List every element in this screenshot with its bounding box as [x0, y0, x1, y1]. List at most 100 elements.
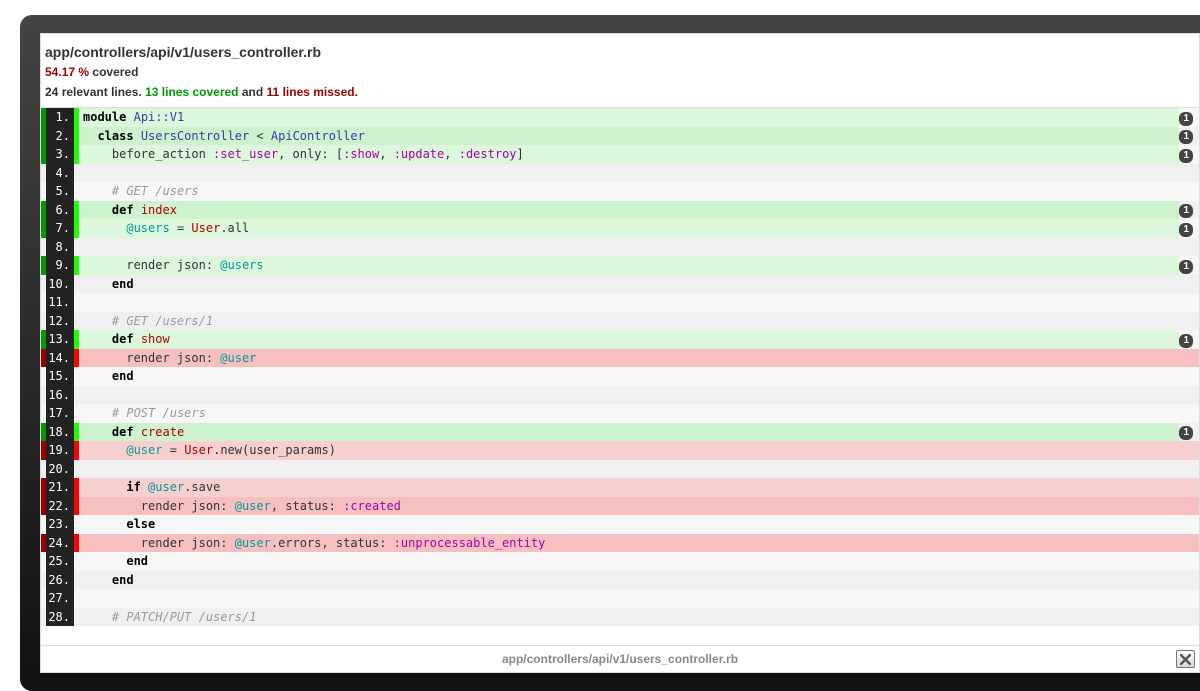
source-line: 21. if @user.save — [41, 478, 1199, 497]
source-line: 3. before_action :set_user, only: [:show… — [41, 145, 1199, 164]
source-panel: app/controllers/api/v1/users_controller.… — [40, 33, 1200, 673]
modal-footer: app/controllers/api/v1/users_controller.… — [41, 646, 1199, 672]
line-number: 26. — [46, 571, 74, 590]
line-number: 2. — [46, 127, 74, 146]
source-line: 20. — [41, 460, 1199, 479]
source-line: 5. # GET /users — [41, 182, 1199, 201]
hit-count-badge: 1 — [1179, 260, 1193, 274]
line-number: 1. — [46, 108, 74, 127]
code-text: else — [79, 515, 1199, 534]
code-text — [79, 293, 1199, 312]
code-text: render json: @user, status: :created — [79, 497, 1199, 516]
source-line: 8. — [41, 238, 1199, 257]
code-text: before_action :set_user, only: [:show, :… — [79, 145, 1179, 164]
code-text — [79, 460, 1199, 479]
relevant-label: relevant lines. — [62, 85, 142, 99]
line-number: 9. — [46, 256, 74, 275]
source-line: 2. class UsersController < ApiController… — [41, 127, 1199, 146]
hit-count-badge: 1 — [1179, 112, 1193, 126]
code-text: # PATCH/PUT /users/1 — [79, 608, 1199, 627]
source-line: 9. render json: @users1 — [41, 256, 1199, 275]
modal-frame: app/controllers/api/v1/users_controller.… — [20, 15, 1200, 691]
source-line: 16. — [41, 386, 1199, 405]
lines-covered-label: lines covered — [162, 85, 239, 99]
source-line: 25. end — [41, 552, 1199, 571]
line-number: 28. — [46, 608, 74, 627]
code-text: render json: @user — [79, 349, 1199, 368]
source-line: 15. end — [41, 367, 1199, 386]
line-number: 3. — [46, 145, 74, 164]
source-line: 12. # GET /users/1 — [41, 312, 1199, 331]
line-number: 17. — [46, 404, 74, 423]
line-number: 8. — [46, 238, 74, 257]
code-text: class UsersController < ApiController — [79, 127, 1179, 146]
source-line: 7. @users = User.all1 — [41, 219, 1199, 238]
code-text — [79, 164, 1199, 183]
code-text: end — [79, 367, 1199, 386]
code-text: def create — [79, 423, 1179, 442]
code-text: # GET /users — [79, 182, 1199, 201]
source-line: 26. end — [41, 571, 1199, 590]
source-line: 28. # PATCH/PUT /users/1 — [41, 608, 1199, 627]
lines-missed-count: 11 — [267, 85, 280, 99]
line-number: 18. — [46, 423, 74, 442]
hit-count-badge: 1 — [1179, 426, 1193, 440]
hit-count-badge: 1 — [1179, 149, 1193, 163]
hit-count-badge: 1 — [1179, 334, 1193, 348]
code-text: # POST /users — [79, 404, 1199, 423]
hit-count-badge: 1 — [1179, 204, 1193, 218]
line-number: 5. — [46, 182, 74, 201]
source-line: 24. render json: @user.errors, status: :… — [41, 534, 1199, 553]
line-number: 11. — [46, 293, 74, 312]
code-text: end — [79, 275, 1199, 294]
line-number: 14. — [46, 349, 74, 368]
line-number: 20. — [46, 460, 74, 479]
source-line: 23. else — [41, 515, 1199, 534]
line-number: 23. — [46, 515, 74, 534]
line-number: 15. — [46, 367, 74, 386]
line-number: 13. — [46, 330, 74, 349]
line-number: 16. — [46, 386, 74, 405]
code-text: module Api::V1 — [79, 108, 1179, 127]
footer-path: app/controllers/api/v1/users_controller.… — [502, 652, 738, 666]
line-number: 24. — [46, 534, 74, 553]
source-header: app/controllers/api/v1/users_controller.… — [41, 34, 1199, 107]
source-line: 22. render json: @user, status: :created — [41, 497, 1199, 516]
code-text: end — [79, 552, 1199, 571]
line-number: 25. — [46, 552, 74, 571]
file-title: app/controllers/api/v1/users_controller.… — [45, 44, 1191, 60]
coverage-summary: 24 relevant lines. 13 lines covered and … — [45, 85, 1191, 99]
code-text: def show — [79, 330, 1179, 349]
hit-count-badge: 1 — [1179, 130, 1193, 144]
source-line: 13. def show1 — [41, 330, 1199, 349]
source-line: 10. end — [41, 275, 1199, 294]
line-number: 7. — [46, 219, 74, 238]
code-text: def index — [79, 201, 1179, 220]
relevant-count: 24 — [45, 85, 58, 99]
lines-missed-label: lines missed. — [283, 85, 358, 99]
and-word: and — [242, 85, 263, 99]
source-line: 1. module Api::V11 — [41, 108, 1199, 127]
code-text: @users = User.all — [79, 219, 1179, 238]
code-text — [79, 386, 1199, 405]
line-number: 12. — [46, 312, 74, 331]
line-number: 22. — [46, 497, 74, 516]
code-text: # GET /users/1 — [79, 312, 1199, 331]
source-line: 17. # POST /users — [41, 404, 1199, 423]
line-number: 21. — [46, 478, 74, 497]
line-number: 19. — [46, 441, 74, 460]
covered-label: covered — [92, 65, 138, 79]
source-line: 6. def index1 — [41, 201, 1199, 220]
code-text: @user = User.new(user_params) — [79, 441, 1199, 460]
source-line: 4. — [41, 164, 1199, 183]
hit-count-badge: 1 — [1179, 223, 1193, 237]
line-number: 4. — [46, 164, 74, 183]
source-line: 19. @user = User.new(user_params) — [41, 441, 1199, 460]
source-line: 11. — [41, 293, 1199, 312]
close-button[interactable] — [1176, 650, 1195, 668]
coverage-percent: 54.17 % — [45, 65, 89, 79]
code-text: render json: @user.errors, status: :unpr… — [79, 534, 1199, 553]
coverage-percent-line: 54.17 % covered — [45, 65, 1191, 79]
source-listing: 1.module Api::V112. class UsersControlle… — [41, 107, 1199, 646]
lines-covered-count: 13 — [145, 85, 158, 99]
